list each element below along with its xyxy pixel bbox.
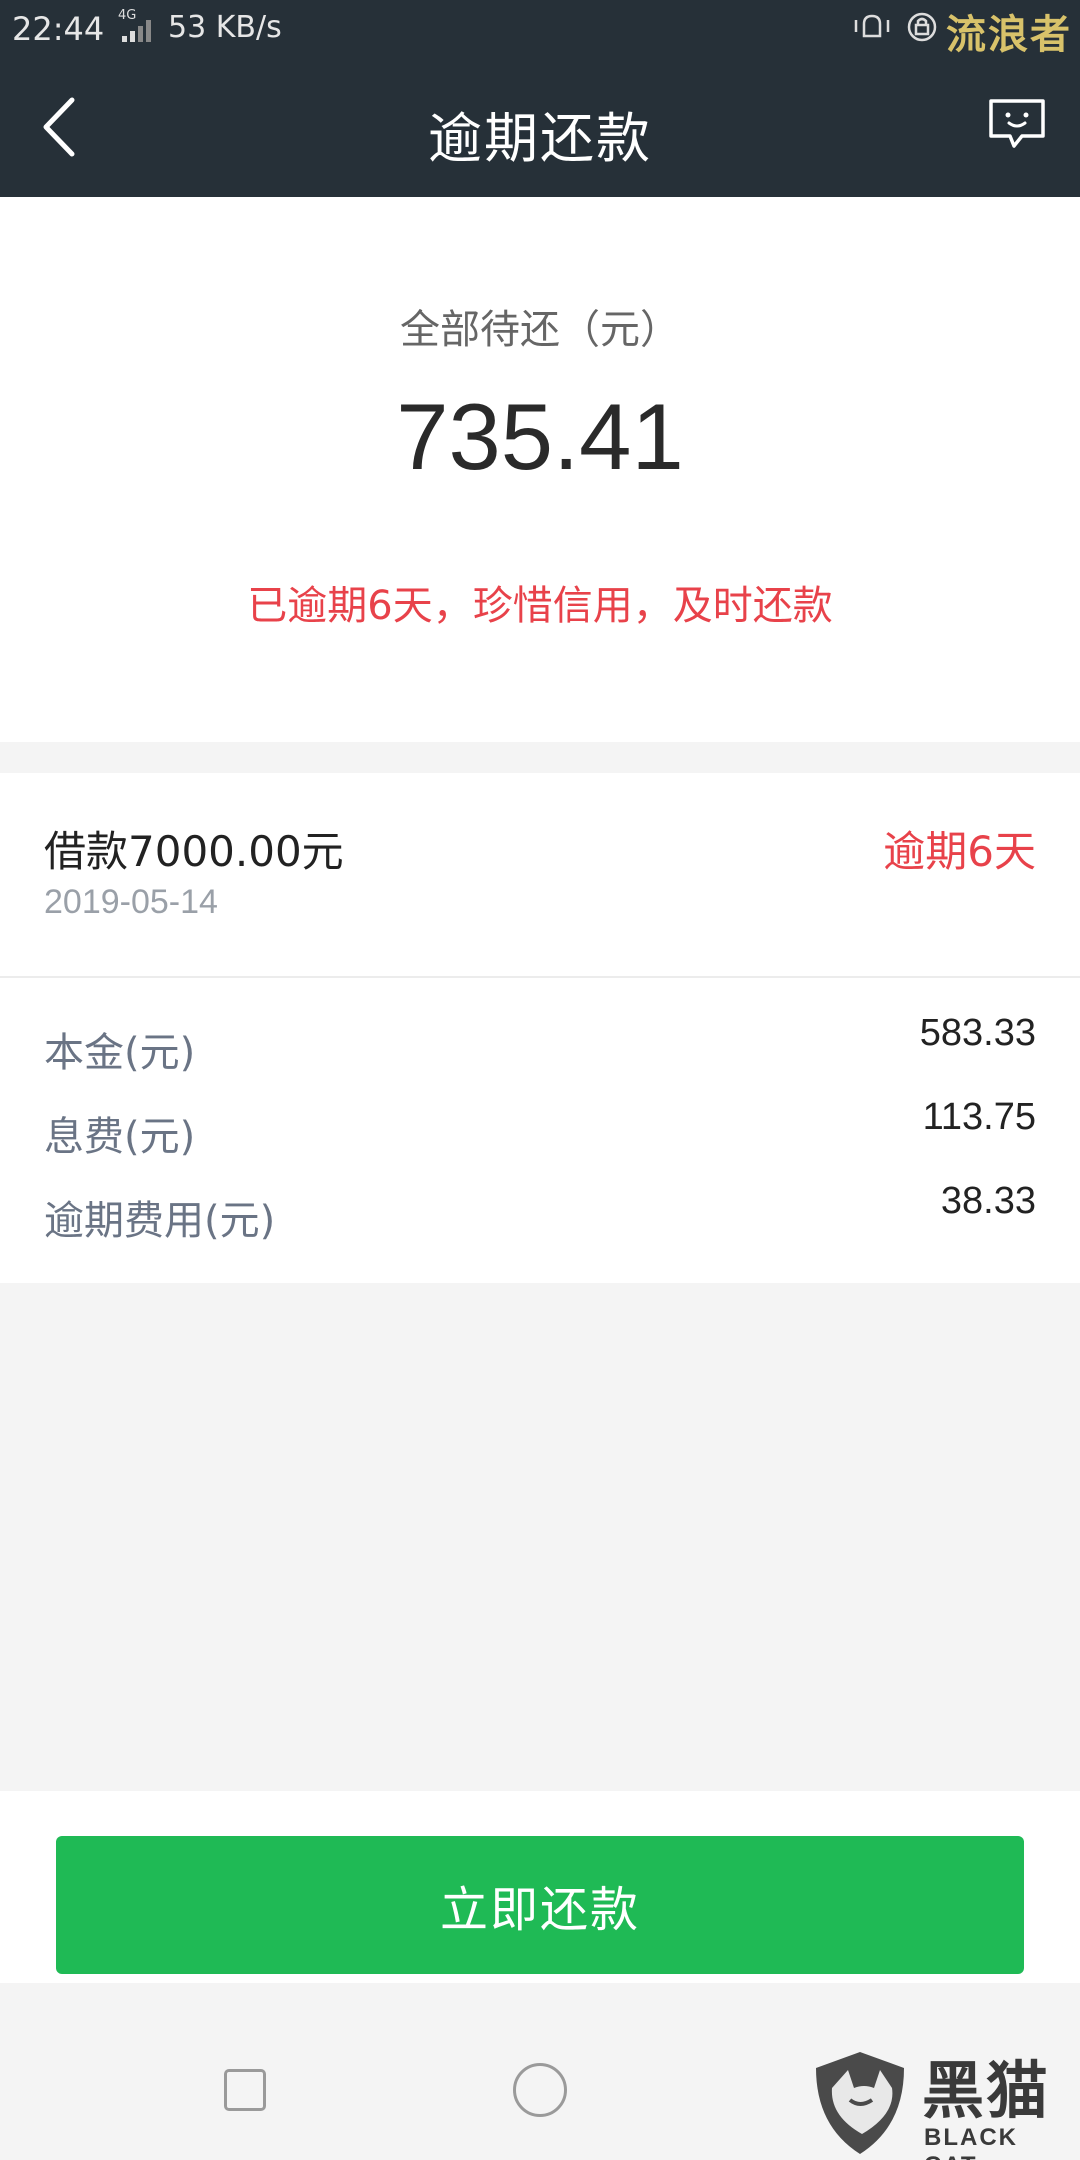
late-fee-row: 逾期费用(元) 38.33	[0, 1180, 1080, 1248]
signal-icon	[122, 20, 151, 42]
total-due-amount: 735.41	[396, 384, 684, 489]
principal-row: 本金(元) 583.33	[0, 1012, 1080, 1080]
interest-label: 息费(元)	[44, 1114, 196, 1160]
principal-value: 583.33	[919, 1012, 1036, 1054]
status-time: 22:44	[12, 10, 105, 48]
action-area: 立即还款	[0, 1791, 1080, 1983]
divider	[0, 976, 1080, 978]
repay-now-button[interactable]: 立即还款	[56, 1836, 1024, 1974]
watermark: 黑猫 BLACK CAT	[810, 2040, 1080, 2160]
loan-date: 2019-05-14	[44, 883, 218, 921]
status-bar: 22:44 4G 53 KB/s 流浪者	[0, 0, 1080, 58]
loan-title: 借款7000.00元	[44, 827, 344, 876]
late-fee-value: 38.33	[940, 1180, 1036, 1222]
top-bar: 22:44 4G 53 KB/s 流浪者 逾期还款	[0, 0, 1080, 197]
principal-label: 本金(元)	[44, 1030, 196, 1076]
watermark-text: 黑猫	[922, 2054, 1051, 2127]
home-icon[interactable]	[513, 2063, 567, 2117]
page-title: 逾期还款	[428, 107, 652, 170]
network-speed: 53 KB/s	[168, 10, 282, 45]
black-cat-logo-icon	[816, 2052, 904, 2154]
chat-bubble-smile-icon[interactable]	[988, 98, 1046, 152]
nav-bar: 逾期还款	[0, 56, 1080, 197]
interest-row: 息费(元) 113.75	[0, 1096, 1080, 1164]
total-due-label: 全部待还（元）	[400, 307, 680, 353]
watermark-subtext: BLACK CAT	[924, 2124, 1018, 2160]
recent-apps-icon[interactable]	[224, 2069, 266, 2111]
overdue-warning: 已逾期6天，珍惜信用，及时还款	[247, 583, 833, 629]
overdue-status: 逾期6天	[883, 827, 1036, 876]
summary-card: 全部待还（元） 735.41 已逾期6天，珍惜信用，及时还款	[0, 197, 1080, 742]
interest-value: 113.75	[922, 1096, 1036, 1138]
late-fee-label: 逾期费用(元)	[44, 1198, 276, 1244]
loan-card: 借款7000.00元 2019-05-14 逾期6天 本金(元) 583.33 …	[0, 773, 1080, 1283]
status-icons	[854, 12, 937, 42]
brand-overlay: 流浪者	[946, 12, 1072, 58]
